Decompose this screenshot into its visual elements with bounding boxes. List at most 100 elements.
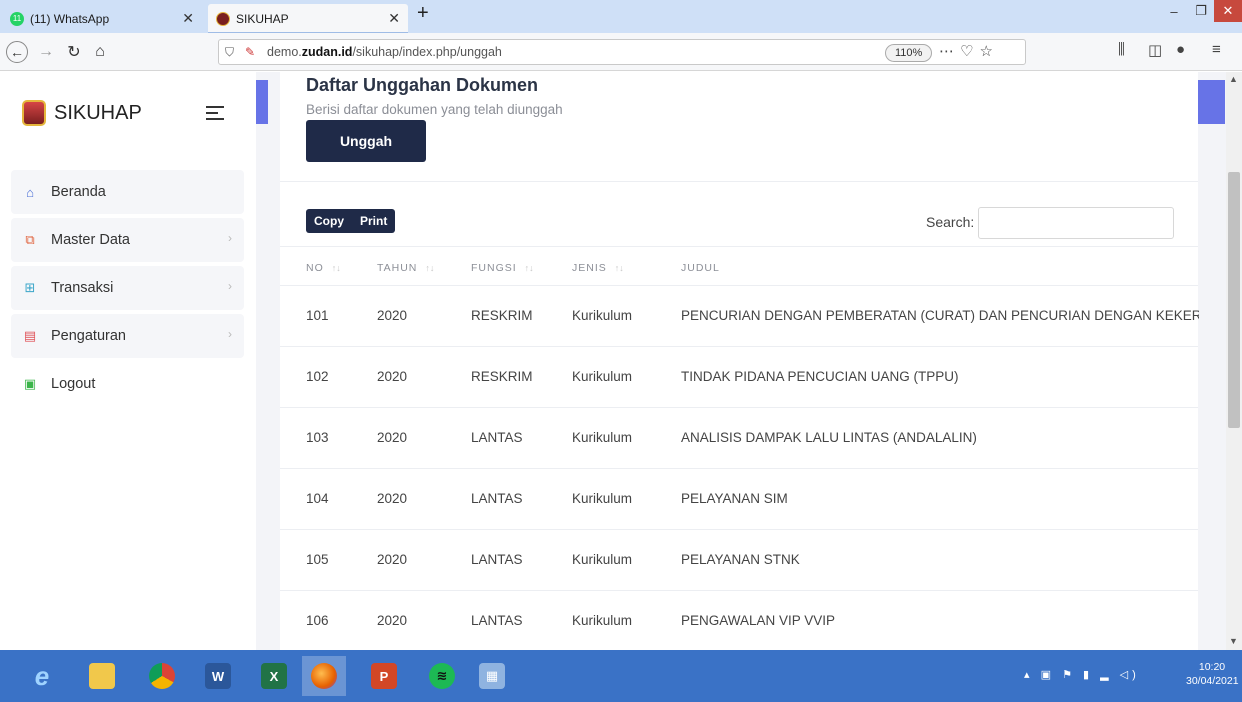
table-header: NO ↑↓ TAHUN ↑↓ FUNGSI ↑↓ JENIS ↑↓ JUDUL [280, 246, 1198, 286]
cell-judul: ANALISIS DAMPAK LALU LINTAS (ANDALALIN) [681, 430, 977, 445]
table-row[interactable]: 105 2020 LANTAS Kurikulum PELAYANAN STNK [280, 530, 1198, 591]
chrome-icon [149, 663, 175, 689]
header-accent [1197, 80, 1225, 124]
sidebar-item-transaksi[interactable]: ⊞ Transaksi › [11, 266, 244, 310]
cell-tahun: 2020 [377, 369, 408, 384]
library-icon[interactable]: ⫼ [1118, 41, 1125, 58]
sidebar-item-beranda[interactable]: ⌂ Beranda [11, 170, 244, 214]
cell-fungsi: LANTAS [471, 491, 523, 506]
search-input[interactable] [978, 207, 1174, 239]
table-row[interactable]: 106 2020 LANTAS Kurikulum PENGAWALAN VIP… [280, 591, 1198, 650]
sidebar-item-master-data[interactable]: ⧉ Master Data › [11, 218, 244, 262]
taskbar-explorer[interactable] [80, 656, 124, 696]
web-page: SIKUHAP ⌂ Beranda ⧉ Master Data › ⊞ Tran… [0, 72, 1242, 650]
clock-date: 30/04/2021 [1186, 675, 1239, 687]
address-bar[interactable]: ⛉ ✎ demo.zudan.id/sikuhap/index.php/ungg… [218, 39, 1026, 65]
sidebar-item-logout[interactable]: ▣ Logout [11, 362, 244, 406]
brand-name: SIKUHAP [54, 101, 142, 124]
close-icon[interactable]: ✕ [388, 10, 400, 27]
home-icon[interactable]: ⌂ [88, 40, 112, 64]
menu-icon[interactable]: ≡ [1212, 41, 1221, 58]
signal-icon[interactable]: ▂ [1100, 669, 1112, 681]
volume-icon[interactable]: ◁) [1120, 669, 1140, 681]
taskbar-firefox[interactable] [302, 656, 346, 696]
zoom-level[interactable]: 110% [885, 44, 933, 62]
column-header-no[interactable]: NO ↑↓ [306, 262, 341, 274]
tray-app-icon[interactable]: ▣ [1041, 669, 1055, 681]
grid-icon: ⊞ [24, 280, 36, 295]
taskbar-powerpoint[interactable]: P [362, 656, 406, 696]
search-label: Search: [926, 214, 975, 230]
taskbar-word[interactable]: W [196, 656, 240, 696]
window-close-icon[interactable]: ✕ [1214, 0, 1242, 22]
table-row[interactable]: 104 2020 LANTAS Kurikulum PELAYANAN SIM [280, 469, 1198, 530]
tab-title: SIKUHAP [236, 11, 289, 26]
column-header-fungsi[interactable]: FUNGSI ↑↓ [471, 262, 534, 274]
upload-button[interactable]: Unggah [306, 120, 426, 162]
tab-whatsapp[interactable]: 11 (11) WhatsApp ✕ [2, 4, 202, 33]
taskbar-excel[interactable]: X [252, 656, 296, 696]
reload-icon[interactable]: ↻ [62, 40, 86, 64]
sort-icon: ↑↓ [425, 263, 435, 273]
cell-judul: PENCURIAN DENGAN PEMBERATAN (CURAT) DAN … [681, 308, 1199, 323]
flag-icon[interactable]: ⚑ [1062, 669, 1076, 681]
clock[interactable]: 10:20 30/04/2021 [1186, 660, 1239, 688]
taskbar-app[interactable]: ▦ [470, 656, 514, 696]
scroll-down-icon[interactable]: ▼ [1229, 636, 1238, 646]
shield-icon[interactable]: ⛉ [225, 45, 234, 60]
brand[interactable]: SIKUHAP [22, 100, 142, 126]
close-icon[interactable]: ✕ [182, 10, 194, 27]
hamburger-icon[interactable] [206, 106, 224, 124]
network-icon[interactable]: ▮ [1083, 669, 1093, 681]
cell-no: 102 [306, 369, 329, 384]
table-row[interactable]: 101 2020 RESKRIM Kurikulum PENCURIAN DEN… [280, 286, 1199, 347]
scroll-up-icon[interactable]: ▲ [1229, 74, 1238, 84]
print-button[interactable]: Print [352, 209, 395, 233]
taskbar: e W X P ≋ ▦ ▴ ▣ ⚑ ▮ ▂ ◁) 10:20 30/04/202… [0, 650, 1242, 702]
minimize-icon[interactable]: – [1160, 0, 1188, 22]
chevron-right-icon: › [228, 279, 232, 293]
cell-jenis: Kurikulum [572, 430, 633, 445]
table-row[interactable]: 102 2020 RESKRIM Kurikulum TINDAK PIDANA… [280, 347, 1198, 408]
column-header-jenis[interactable]: JENIS ↑↓ [572, 262, 624, 274]
copy-icon: ⧉ [25, 232, 35, 247]
sidebar-icon[interactable]: ◫ [1148, 41, 1162, 59]
new-tab-icon[interactable]: + [417, 2, 429, 25]
scroll-thumb[interactable] [1228, 172, 1240, 428]
more-icon[interactable]: ⋯ [939, 43, 960, 60]
column-header-judul[interactable]: JUDUL [681, 262, 720, 274]
account-icon[interactable]: ● [1176, 41, 1185, 58]
cell-jenis: Kurikulum [572, 552, 633, 567]
system-tray[interactable]: ▴ ▣ ⚑ ▮ ▂ ◁) [1024, 668, 1140, 681]
page-actions[interactable]: ⋯♡☆ [939, 42, 999, 60]
column-header-tahun[interactable]: TAHUN ↑↓ [377, 262, 434, 274]
sidebar-item-pengaturan[interactable]: ▤ Pengaturan › [11, 314, 244, 358]
copy-button[interactable]: Copy [306, 209, 352, 233]
bookmark-star-icon[interactable]: ☆ [979, 43, 998, 60]
show-hidden-icon[interactable]: ▴ [1024, 669, 1034, 681]
page-scrollbar[interactable]: ▲ ▼ [1226, 72, 1242, 650]
tab-sikuhap[interactable]: SIKUHAP ✕ [208, 4, 408, 33]
spotify-icon: ≋ [429, 663, 455, 689]
sidebar-item-label: Logout [51, 376, 96, 392]
taskbar-chrome[interactable] [140, 656, 184, 696]
insecure-lock-icon[interactable]: ✎ [245, 45, 255, 59]
back-icon[interactable]: ← [6, 41, 28, 63]
table-row[interactable]: 103 2020 LANTAS Kurikulum ANALISIS DAMPA… [280, 408, 1198, 469]
maximize-icon[interactable]: ❐ [1188, 0, 1214, 22]
taskbar-spotify[interactable]: ≋ [420, 656, 464, 696]
url-text[interactable]: demo.zudan.id/sikuhap/index.php/unggah [267, 45, 502, 59]
cell-judul: TINDAK PIDANA PENCUCIAN UANG (TPPU) [681, 369, 959, 384]
sidebar-menu: ⌂ Beranda ⧉ Master Data › ⊞ Transaksi › … [11, 170, 244, 410]
card-header: Daftar Unggahan Dokumen Berisi daftar do… [280, 72, 1198, 182]
cell-fungsi: LANTAS [471, 613, 523, 628]
taskbar-ie[interactable]: e [20, 656, 64, 696]
cell-no: 106 [306, 613, 329, 628]
cell-fungsi: LANTAS [471, 430, 523, 445]
pocket-icon[interactable]: ♡ [960, 43, 979, 60]
content-card: Daftar Unggahan Dokumen Berisi daftar do… [280, 72, 1199, 650]
cell-no: 103 [306, 430, 329, 445]
cell-jenis: Kurikulum [572, 369, 633, 384]
forward-icon[interactable]: → [34, 40, 58, 64]
browser-tab-bar: 11 (11) WhatsApp ✕ SIKUHAP ✕ + – ❐ ✕ [0, 0, 1242, 33]
